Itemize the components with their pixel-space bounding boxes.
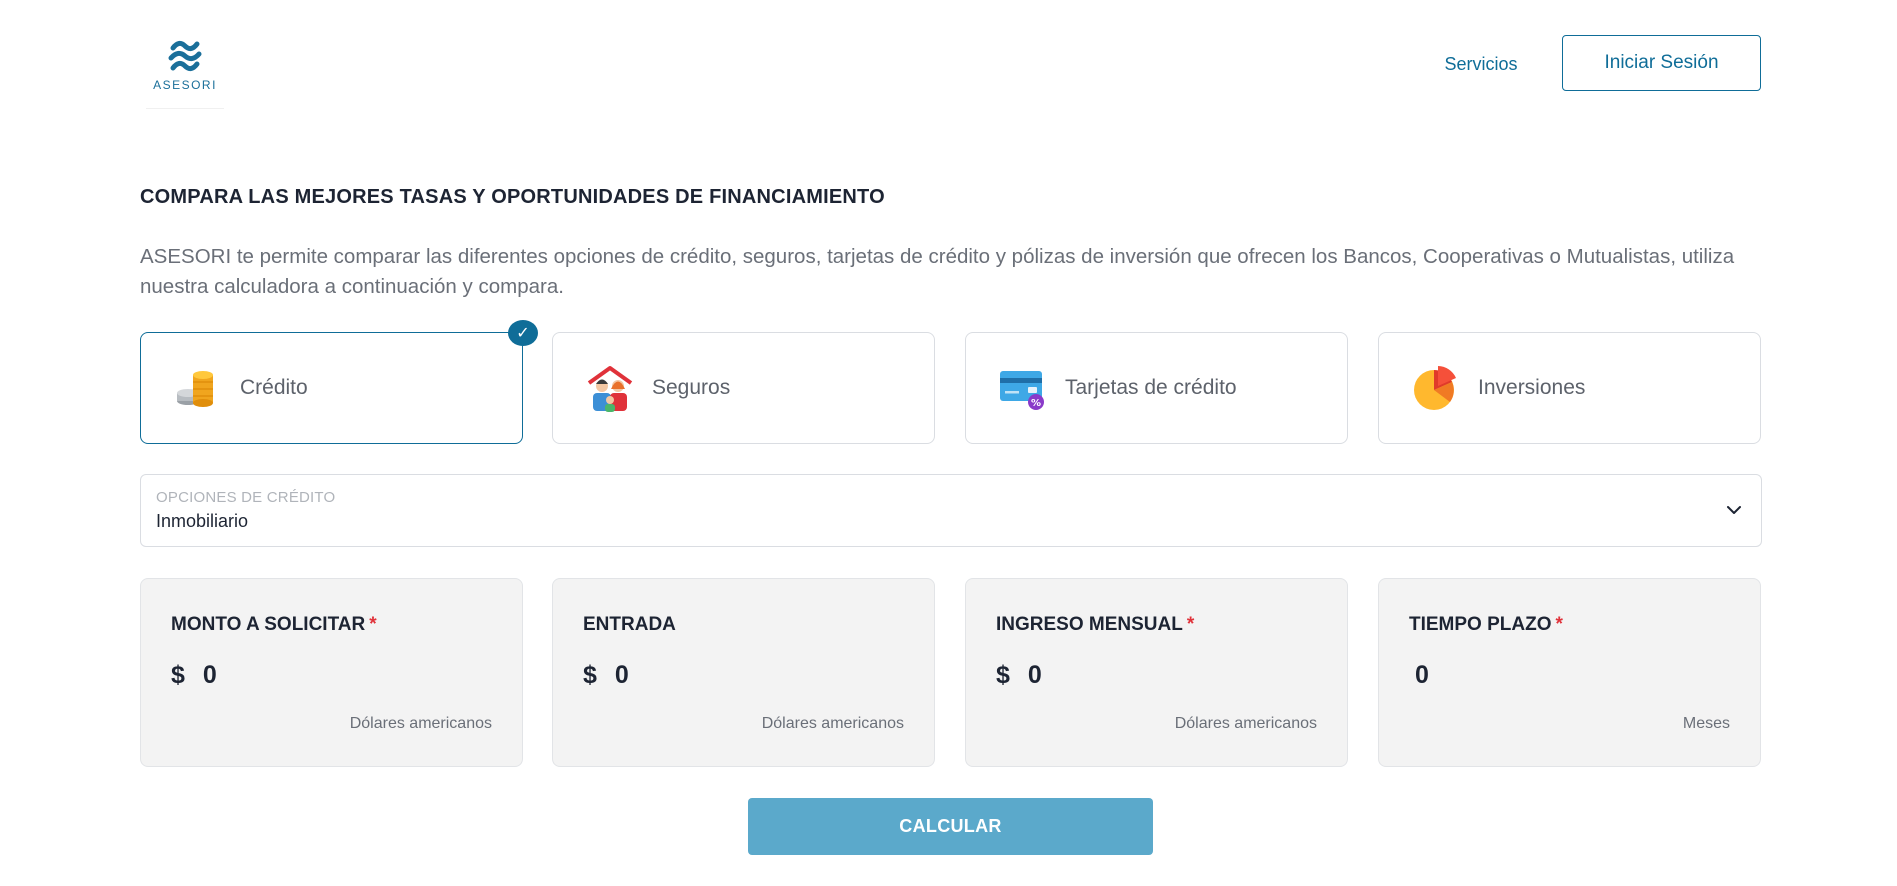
required-mark: *: [369, 614, 377, 635]
select-label: OPCIONES DE CRÉDITO: [156, 489, 336, 506]
family-house-icon: [583, 363, 637, 413]
select-value: Inmobiliario: [156, 511, 249, 531]
input-value: 0: [614, 661, 629, 689]
field-label: MONTO A SOLICITAR *: [171, 614, 377, 635]
credit-card-icon: %: [996, 363, 1050, 413]
coins-icon: [171, 363, 225, 413]
category-card-inversiones[interactable]: Inversiones: [1378, 332, 1761, 444]
input-value: 0: [202, 661, 217, 689]
svg-text:%: %: [1031, 398, 1041, 409]
plazo-input[interactable]: 0: [1415, 661, 1429, 690]
checkmark-icon: ✓: [508, 320, 538, 346]
category-card-tarjetas[interactable]: % Tarjetas de crédito: [965, 332, 1348, 444]
field-tiempo-plazo: TIEMPO PLAZO * 0 Meses: [1378, 578, 1761, 767]
nav-services-link[interactable]: Servicios: [1420, 50, 1542, 78]
field-unit: Dólares americanos: [1174, 715, 1317, 732]
required-mark: *: [1555, 614, 1563, 635]
field-unit: Meses: [1682, 715, 1730, 732]
field-unit: Dólares americanos: [349, 715, 492, 732]
monto-input[interactable]: $ 0: [171, 661, 217, 690]
category-card-credito[interactable]: Crédito ✓: [140, 320, 538, 444]
field-unit: Dólares americanos: [761, 715, 904, 732]
entrada-input[interactable]: $ 0: [583, 661, 629, 690]
login-button[interactable]: Iniciar Sesión: [1562, 35, 1761, 91]
category-label: Tarjetas de crédito: [1065, 376, 1237, 399]
field-monto: MONTO A SOLICITAR * $ 0 Dólares americano…: [140, 578, 523, 767]
brand-name: ASESORI: [153, 78, 217, 92]
currency-symbol: $: [171, 661, 185, 689]
input-value: 0: [1415, 661, 1429, 689]
credit-options-select[interactable]: OPCIONES DE CRÉDITO Inmobiliario: [140, 474, 1762, 547]
waves-logo-icon: [168, 40, 202, 72]
page-title: COMPARA LAS MEJORES TASAS Y OPORTUNIDADE…: [140, 186, 885, 208]
field-label: ENTRADA: [583, 614, 676, 635]
field-label: INGRESO MENSUAL *: [996, 614, 1195, 635]
ingreso-input[interactable]: $ 0: [996, 661, 1042, 690]
input-value: 0: [1027, 661, 1042, 689]
page-description: ASESORI te permite comparar las diferent…: [140, 245, 1735, 298]
category-label: Seguros: [652, 376, 731, 399]
calculate-button[interactable]: CALCULAR: [748, 798, 1153, 855]
field-entrada: ENTRADA $ 0 Dólares americanos: [552, 578, 935, 767]
category-card-seguros[interactable]: Seguros: [552, 332, 935, 444]
field-label: TIEMPO PLAZO *: [1409, 614, 1563, 635]
pie-chart-icon: [1409, 363, 1463, 413]
currency-symbol: $: [583, 661, 597, 689]
chevron-down-icon: [1727, 506, 1741, 514]
asesori-logo[interactable]: ASESORI: [146, 32, 224, 109]
currency-symbol: $: [996, 661, 1010, 689]
required-mark: *: [1186, 614, 1195, 635]
category-label: Crédito: [240, 376, 308, 399]
category-label: Inversiones: [1478, 376, 1586, 399]
field-ingreso-mensual: INGRESO MENSUAL * $ 0 Dólares americanos: [965, 578, 1348, 767]
